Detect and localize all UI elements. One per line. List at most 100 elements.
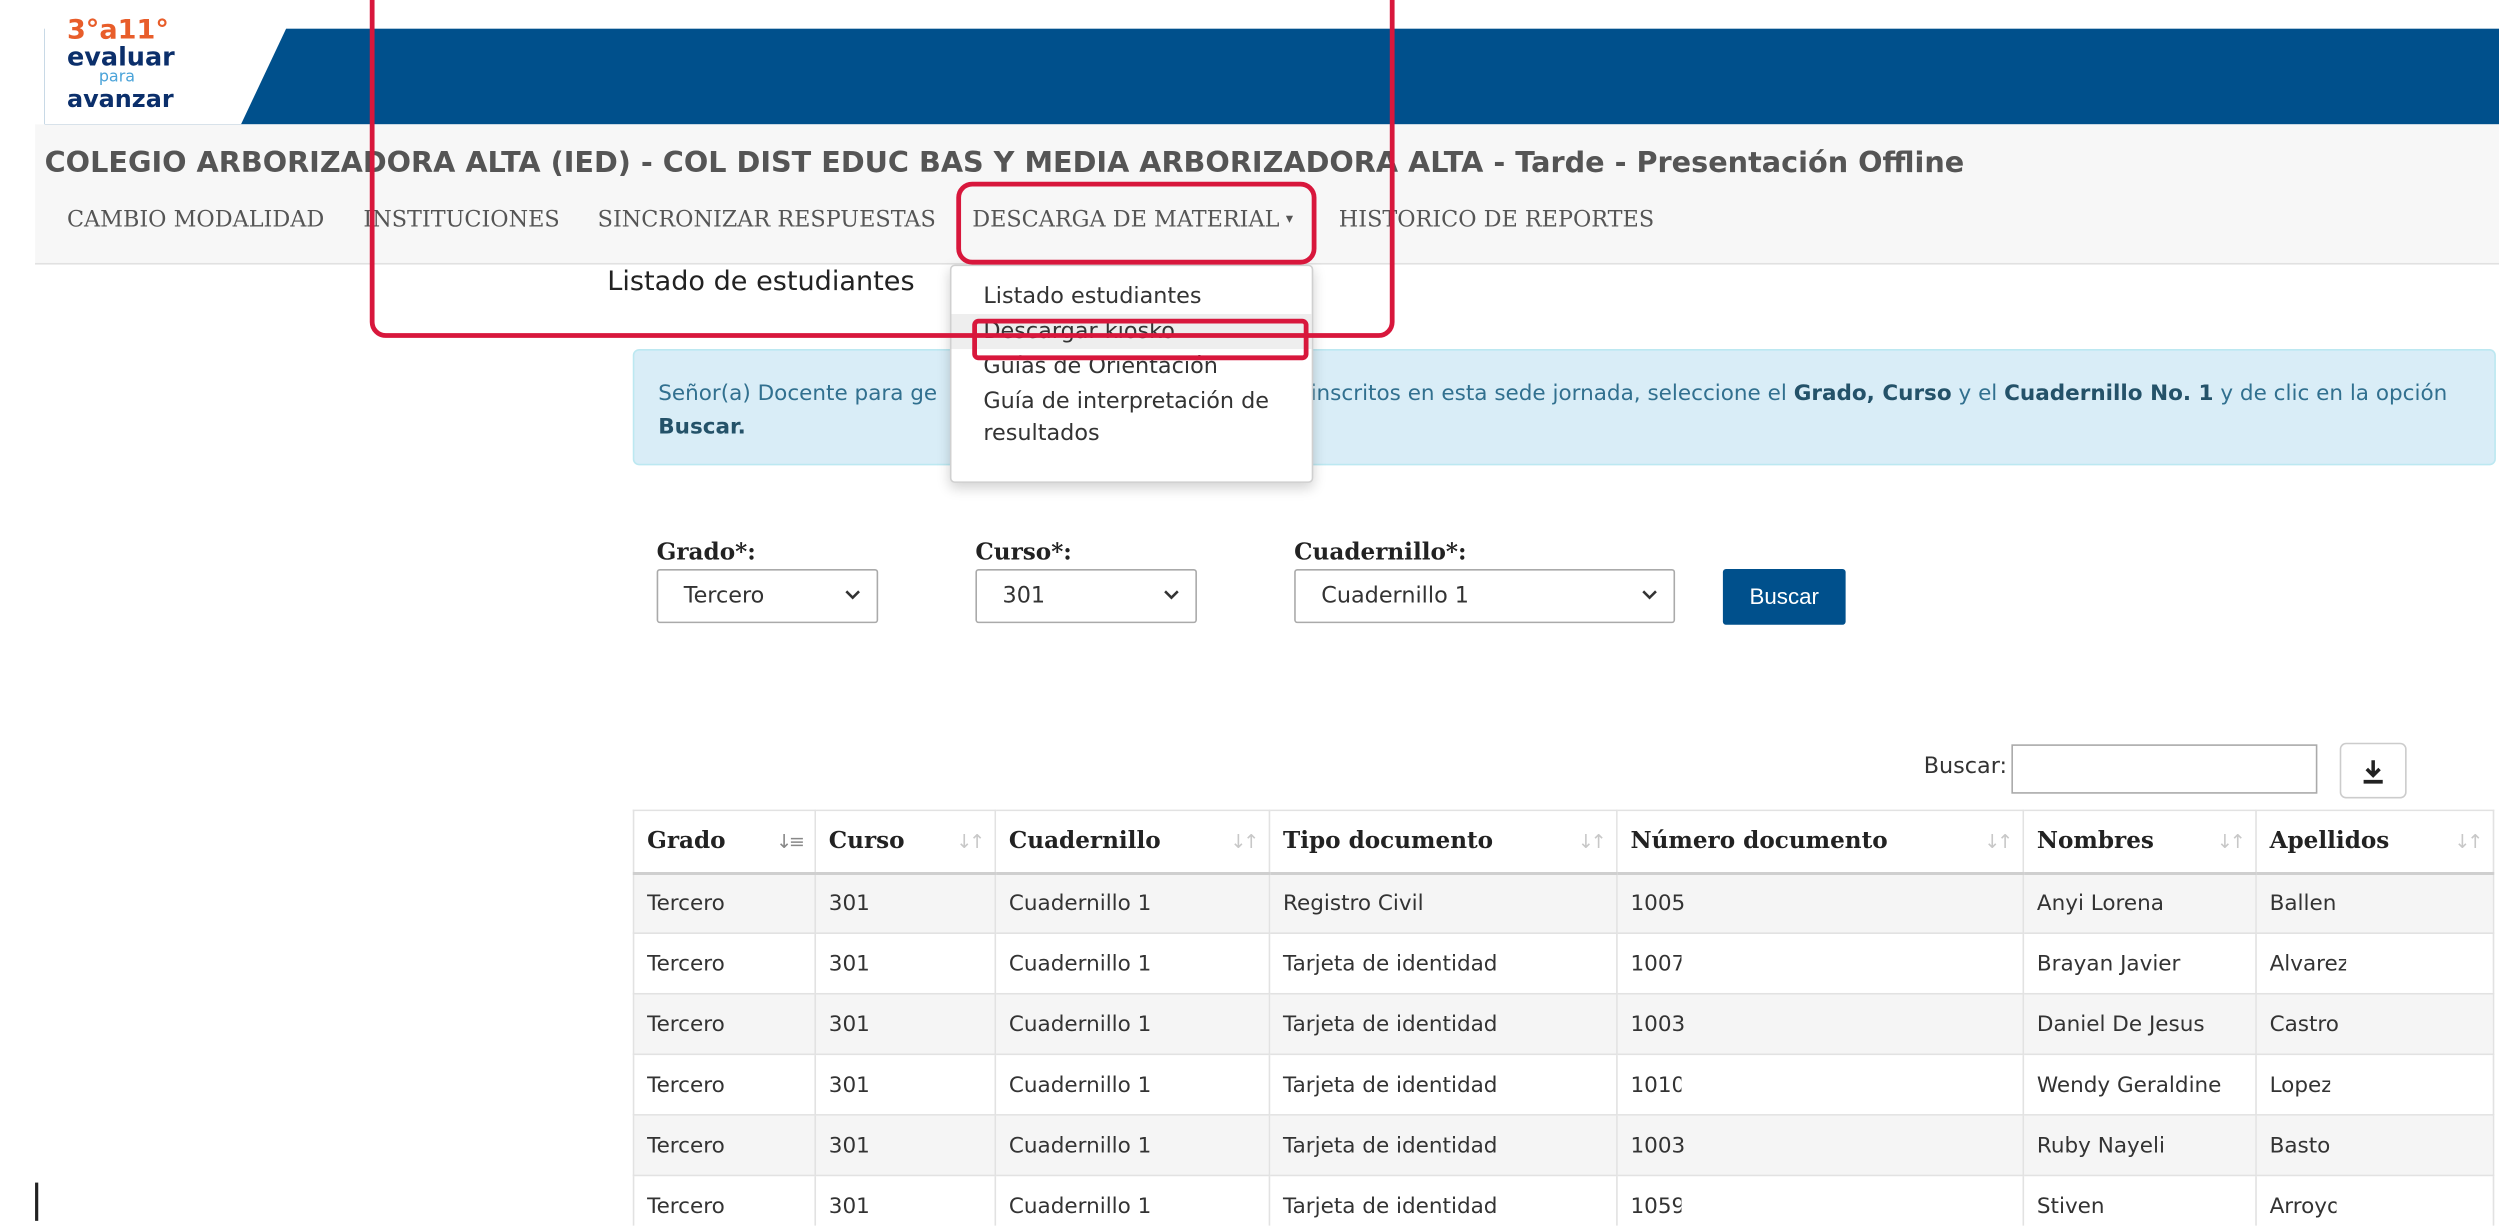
cell-numero-documento: 1005	[1616, 871, 2025, 934]
sort-icon: ↓↑	[1577, 830, 1607, 853]
grado-label: Grado*:	[656, 538, 756, 566]
curso-select[interactable]: 301	[975, 568, 1197, 624]
cell-numero-documento: 1003	[1616, 1114, 2025, 1177]
col-header-apellidos[interactable]: Apellidos ↓↑	[2255, 809, 2495, 875]
buscar-button[interactable]: Buscar	[1722, 568, 1846, 625]
info-text-2: inscritos en esta sede jornada, seleccio…	[1303, 380, 1794, 407]
redaction-mask	[2337, 1189, 2433, 1222]
col-header-curso[interactable]: Curso ↓↑	[814, 809, 997, 875]
cell-cuadernillo: Cuadernillo 1	[994, 932, 1271, 995]
col-header-grado[interactable]: Grado ↓≡	[632, 809, 817, 875]
cell-nombres: Ruby Nayeli	[2022, 1114, 2257, 1177]
cell-numero-documento: 1003	[1616, 992, 2025, 1056]
chevron-down-icon	[845, 590, 860, 600]
numero-documento-value: 1059	[1630, 1192, 1686, 1219]
cuadernillo-selected-value: Cuadernillo 1	[1321, 583, 1470, 609]
sort-icon: ↓↑	[1230, 830, 1259, 853]
cell-numero-documento: 1010	[1616, 1053, 2025, 1116]
redaction-mask	[1682, 1189, 1826, 1222]
cell-apellidos: Ballen	[2255, 871, 2495, 934]
curso-label: Curso*:	[975, 538, 1072, 566]
table-row: Tercero 301 Cuadernillo 1 Tarjeta de ide…	[632, 992, 2495, 1056]
cell-cuadernillo: Cuadernillo 1	[994, 1174, 1271, 1226]
col-header-nombres[interactable]: Nombres ↓↑	[2022, 809, 2257, 875]
info-bold-cuadernillo: Cuadernillo No. 1	[2004, 380, 2214, 407]
table-row: Tercero 301 Cuadernillo 1 Registro Civil…	[632, 871, 2495, 934]
nav-cambio-modalidad[interactable]: CAMBIO MODALIDAD	[67, 207, 324, 233]
redaction-mask	[2329, 1068, 2425, 1101]
cell-numero-documento: 1059	[1616, 1174, 2025, 1226]
cell-cuadernillo: Cuadernillo 1	[994, 1114, 1271, 1177]
cell-curso: 301	[814, 1114, 997, 1177]
cell-tipo-documento: Registro Civil	[1268, 871, 1618, 934]
cell-cuadernillo: Cuadernillo 1	[994, 1053, 1271, 1116]
annotation-callout-kiosko	[972, 318, 1309, 361]
cell-tipo-documento: Tarjeta de identidad	[1268, 992, 1618, 1056]
cell-tipo-documento: Tarjeta de identidad	[1268, 1114, 1618, 1177]
table-row: Tercero 301 Cuadernillo 1 Tarjeta de ide…	[632, 1174, 2495, 1226]
cell-curso: 301	[814, 1174, 997, 1226]
cuadernillo-label: Cuadernillo*:	[1294, 538, 1467, 566]
table-row: Tercero 301 Cuadernillo 1 Tarjeta de ide…	[632, 1053, 2495, 1116]
col-header-label: Cuadernillo	[1008, 827, 1161, 855]
table-header-row: Grado ↓≡ Curso ↓↑ Cuadernillo ↓↑ Tipo docum…	[632, 809, 2495, 875]
grado-selected-value: Tercero	[683, 583, 765, 609]
cuadernillo-select[interactable]: Cuadernillo 1	[1294, 568, 1676, 624]
menu-item-guia-interpretacion[interactable]: Guía de interpretación de resultados	[951, 384, 1311, 451]
chevron-down-icon	[1164, 590, 1179, 600]
cell-nombres: Wendy Geraldine	[2022, 1053, 2257, 1116]
cell-apellidos: Lopez	[2255, 1053, 2495, 1116]
apellidos-value: Lopez	[2269, 1071, 2333, 1098]
students-table: Grado ↓≡ Curso ↓↑ Cuadernillo ↓↑ Tipo docum…	[632, 809, 2495, 1226]
sort-icon: ↓↑	[1984, 830, 2013, 853]
table-row: Tercero 301 Cuadernillo 1 Tarjeta de ide…	[632, 1114, 2495, 1177]
cell-apellidos: Castro	[2255, 992, 2495, 1056]
curso-selected-value: 301	[1002, 583, 1046, 609]
table-search-input[interactable]	[2011, 744, 2318, 794]
annotation-callout-large	[369, 0, 1395, 338]
info-text-3: y el	[1951, 380, 2005, 407]
cell-nombres: Daniel De Jesus	[2022, 992, 2257, 1056]
info-alert: Señor(a) Docente para ge inscritos en es…	[632, 349, 2496, 466]
chevron-down-icon	[1642, 590, 1657, 600]
apellidos-value: Arroyo	[2269, 1192, 2341, 1219]
page: 3°a11° evaluar para avanzar COLEGIO ARBO…	[0, 0, 2499, 1226]
cell-grado: Tercero	[632, 992, 817, 1056]
col-header-cuadernillo[interactable]: Cuadernillo ↓↑	[994, 809, 1271, 875]
grado-select[interactable]: Tercero	[656, 568, 879, 624]
sort-icon: ↓↑	[2216, 830, 2246, 853]
sort-icon: ↓↑	[2454, 830, 2483, 853]
cell-grado: Tercero	[632, 1174, 817, 1226]
col-header-label: Tipo documento	[1283, 827, 1494, 855]
col-header-numero-documento[interactable]: Número documento ↓↑	[1616, 809, 2025, 875]
info-bold-buscar: Buscar.	[658, 414, 746, 440]
table-search-label: Buscar:	[1923, 753, 2008, 780]
cell-grado: Tercero	[632, 1053, 817, 1116]
cell-curso: 301	[814, 1053, 997, 1116]
table-row: Tercero 301 Cuadernillo 1 Tarjeta de ide…	[632, 932, 2495, 995]
sort-icon: ↓↑	[956, 830, 985, 853]
info-text-1: Señor(a) Docente para ge	[658, 380, 938, 407]
redaction-mask	[1682, 1068, 1826, 1101]
cell-tipo-documento: Tarjeta de identidad	[1268, 1174, 1618, 1226]
col-header-label: Grado	[647, 827, 726, 855]
col-header-label: Curso	[828, 827, 905, 855]
cell-cuadernillo: Cuadernillo 1	[994, 871, 1271, 934]
cell-nombres: Anyi Lorena	[2022, 871, 2257, 934]
download-icon	[2363, 760, 2383, 784]
redaction-mask	[1682, 947, 1826, 980]
col-header-tipo-documento[interactable]: Tipo documento ↓↑	[1268, 809, 1618, 875]
cell-apellidos: Alvarez	[2255, 932, 2495, 995]
col-header-label: Apellidos	[2269, 827, 2390, 855]
download-button[interactable]	[2339, 742, 2407, 799]
logo[interactable]: 3°a11° evaluar para avanzar	[67, 16, 210, 124]
cell-tipo-documento: Tarjeta de identidad	[1268, 932, 1618, 995]
text-cursor	[35, 1182, 39, 1221]
cell-curso: 301	[814, 871, 997, 934]
cell-numero-documento: 1007	[1616, 932, 2025, 995]
redaction-mask	[2345, 947, 2442, 980]
cell-grado: Tercero	[632, 932, 817, 995]
cell-apellidos: Arroyo	[2255, 1174, 2495, 1226]
col-header-label: Nombres	[2036, 827, 2154, 855]
cell-tipo-documento: Tarjeta de identidad	[1268, 1053, 1618, 1116]
